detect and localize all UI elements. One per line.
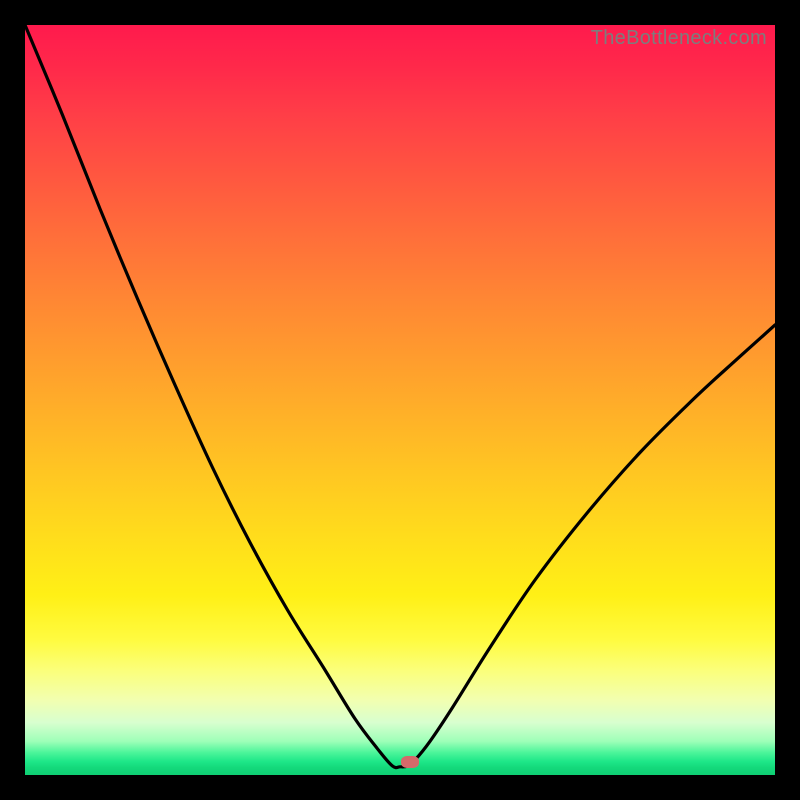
bottleneck-curve: [25, 25, 775, 775]
optimal-point-marker: [401, 756, 419, 768]
plot-area: TheBottleneck.com: [25, 25, 775, 775]
chart-frame: TheBottleneck.com: [0, 0, 800, 800]
